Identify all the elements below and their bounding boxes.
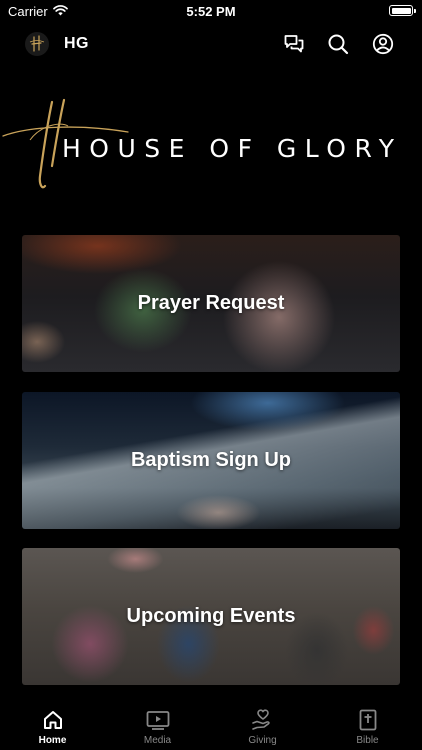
tab-bible[interactable]: Bible: [315, 696, 420, 750]
bible-icon: [356, 708, 380, 732]
tab-label: Media: [143, 735, 172, 746]
prayer-request-card[interactable]: Prayer Request: [22, 235, 400, 372]
church-name-title: HOUSE OF GLORY: [62, 134, 403, 163]
battery-icon: [389, 5, 416, 16]
media-play-icon: [146, 708, 170, 732]
tab-label: Home: [38, 735, 67, 746]
card-label: Upcoming Events: [126, 605, 296, 627]
tab-label: Bible: [356, 735, 379, 746]
card-label: Baptism Sign Up: [130, 449, 291, 471]
bottom-tab-bar: Home Media Giving Bible: [0, 696, 422, 750]
app-abbreviation: HG: [64, 35, 89, 52]
upcoming-events-card[interactable]: Upcoming Events: [22, 548, 400, 685]
tab-home[interactable]: Home: [0, 696, 105, 750]
top-nav: HG: [0, 26, 422, 62]
tab-label: Giving: [248, 735, 277, 746]
search-icon[interactable]: [326, 32, 350, 56]
status-time: 5:52 PM: [186, 4, 236, 19]
card-label: Prayer Request: [137, 292, 285, 314]
baptism-signup-card[interactable]: Baptism Sign Up: [22, 392, 400, 529]
tab-giving[interactable]: Giving: [210, 696, 315, 750]
church-logo-icon[interactable]: [25, 32, 49, 56]
tab-media[interactable]: Media: [105, 696, 210, 750]
account-icon[interactable]: [371, 32, 395, 56]
church-banner: HOUSE OF GLORY: [0, 96, 422, 196]
chat-icon[interactable]: [282, 32, 306, 56]
giving-hand-icon: [251, 708, 275, 732]
home-icon: [41, 708, 65, 732]
status-bar: Carrier 5:52 PM: [0, 0, 422, 22]
